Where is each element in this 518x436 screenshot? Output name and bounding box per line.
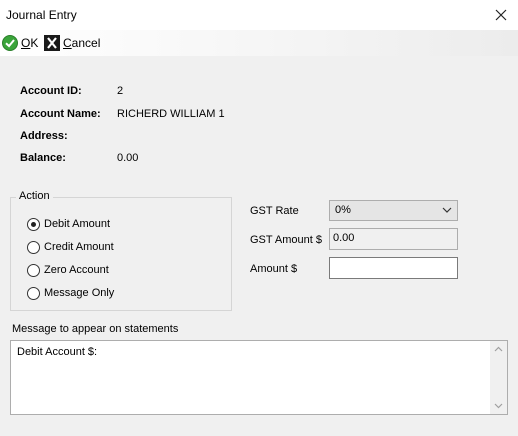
window-title: Journal Entry <box>6 8 77 22</box>
ok-label: OK <box>21 36 39 50</box>
scroll-down-button[interactable] <box>490 397 507 414</box>
radio-debit-amount[interactable]: Debit Amount <box>27 216 110 232</box>
gst-amount-field: 0.00 <box>329 228 458 250</box>
radio-credit-amount[interactable]: Credit Amount <box>27 239 114 255</box>
ok-button[interactable]: OK <box>2 34 38 52</box>
chevron-down-icon <box>494 403 503 409</box>
gst-rate-label: GST Rate <box>250 205 299 217</box>
scroll-up-button[interactable] <box>490 341 507 358</box>
chevron-down-icon <box>442 207 452 213</box>
gst-amount-label: GST Amount $ <box>250 234 322 246</box>
balance-value: 0.00 <box>117 152 139 164</box>
vertical-scrollbar[interactable] <box>490 341 507 414</box>
account-name-label: Account Name: <box>20 108 101 120</box>
close-button[interactable] <box>484 0 518 30</box>
x-box-icon <box>44 35 60 51</box>
gst-rate-select[interactable]: 0% <box>329 200 458 221</box>
radio-label: Zero Account <box>44 264 109 276</box>
radio-label: Debit Amount <box>44 218 111 230</box>
radio-message-only[interactable]: Message Only <box>27 285 114 301</box>
cancel-button[interactable]: Cancel <box>44 34 100 52</box>
address-label: Address: <box>20 130 68 142</box>
cancel-label: Cancel <box>63 36 101 50</box>
radio-button-checked[interactable] <box>27 217 40 231</box>
message-textarea[interactable]: Debit Account $: <box>10 340 508 415</box>
toolbar: OK Cancel <box>0 30 518 56</box>
radio-label: Credit Amount <box>44 241 114 253</box>
account-id-value: 2 <box>117 85 124 97</box>
radio-button[interactable] <box>27 263 40 277</box>
message-label: Message to appear on statements <box>12 323 179 335</box>
action-group-title: Action <box>16 190 53 202</box>
account-id-label: Account ID: <box>20 85 82 97</box>
check-icon <box>2 35 18 51</box>
radio-button[interactable] <box>27 240 40 254</box>
amount-label: Amount $ <box>250 263 298 275</box>
amount-input[interactable] <box>329 257 458 279</box>
gst-amount-value: 0.00 <box>333 232 355 244</box>
close-icon <box>495 9 507 21</box>
chevron-up-icon <box>494 346 503 352</box>
radio-label: Message Only <box>44 287 115 299</box>
title-bar: Journal Entry <box>0 0 518 30</box>
radio-button[interactable] <box>27 286 40 300</box>
message-text: Debit Account $: <box>17 346 98 358</box>
radio-zero-account[interactable]: Zero Account <box>27 262 109 278</box>
account-name-value: RICHERD WILLIAM 1 <box>117 108 225 120</box>
balance-label: Balance: <box>20 152 66 164</box>
gst-rate-value: 0% <box>335 204 351 216</box>
